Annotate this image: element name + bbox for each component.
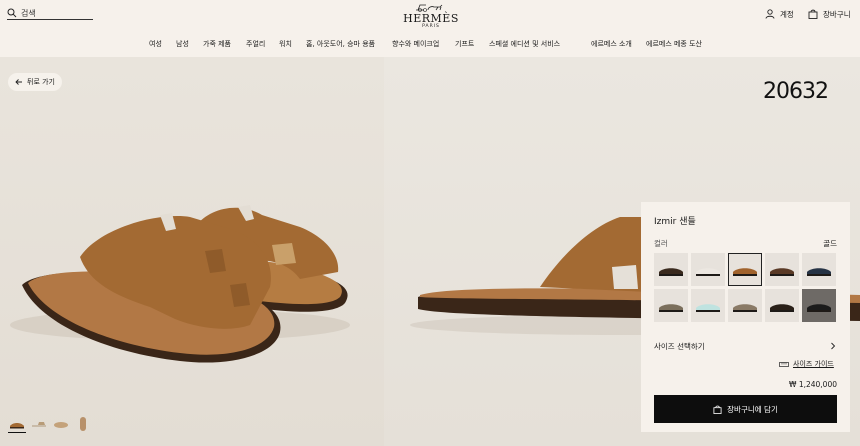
user-icon bbox=[765, 9, 775, 19]
back-label: 뒤로 가기 bbox=[27, 78, 55, 86]
thumbnail-3[interactable] bbox=[52, 415, 70, 433]
nav-item-about-hermes[interactable]: 에르메스 소개 bbox=[591, 39, 632, 49]
thumbnail-strip bbox=[8, 415, 92, 433]
nav-item-jewelry[interactable]: 주얼리 bbox=[246, 39, 265, 49]
site-header: 검색 HERMÈS PARIS 계정 장바구니 여성 남성 가죽 제품 주얼리 … bbox=[0, 0, 860, 57]
nav-item-maison-dosan[interactable]: 에르메스 메종 도산 bbox=[646, 39, 702, 49]
search-bar[interactable]: 검색 bbox=[7, 8, 93, 20]
shopping-bag-icon bbox=[808, 9, 818, 19]
color-swatch[interactable] bbox=[654, 289, 688, 322]
color-swatch[interactable] bbox=[728, 289, 762, 322]
color-swatch-selected[interactable] bbox=[728, 253, 762, 286]
color-swatch[interactable] bbox=[691, 289, 725, 322]
add-to-cart-button[interactable]: 장바구니에 담기 bbox=[654, 395, 837, 423]
color-swatch[interactable] bbox=[691, 253, 725, 286]
color-swatch[interactable] bbox=[654, 253, 688, 286]
nav-item-special-editions[interactable]: 스페셜 에디션 및 서비스 bbox=[489, 39, 560, 49]
color-label: 컬러 bbox=[654, 239, 668, 248]
hermes-logo[interactable]: HERMÈS PARIS bbox=[395, 2, 467, 30]
product-purchase-panel: Izmir 샌들 컬러 골드 사이즈 선택하기 사이즈 가이드 ₩ 1,240,… bbox=[641, 202, 850, 432]
color-swatch[interactable] bbox=[765, 253, 799, 286]
search-icon bbox=[7, 8, 17, 18]
product-title: Izmir 샌들 bbox=[654, 217, 696, 227]
size-guide-label: 사이즈 가이드 bbox=[793, 360, 834, 368]
back-button[interactable]: 뒤로 가기 bbox=[8, 73, 62, 91]
thumbnail-2[interactable] bbox=[30, 415, 48, 433]
account-link[interactable]: 계정 bbox=[765, 7, 794, 21]
size-guide-link[interactable]: 사이즈 가이드 bbox=[779, 359, 834, 369]
nav-item-fragrance-makeup[interactable]: 향수와 메이크업 bbox=[392, 39, 439, 49]
search-label: 검색 bbox=[21, 9, 36, 18]
nav-item-leather-goods[interactable]: 가죽 제품 bbox=[203, 39, 231, 49]
nav-item-women[interactable]: 여성 bbox=[149, 39, 162, 49]
product-price: ₩ 1,240,000 bbox=[789, 380, 837, 389]
account-label: 계정 bbox=[780, 9, 794, 19]
nav-item-men[interactable]: 남성 bbox=[176, 39, 189, 49]
color-swatch[interactable] bbox=[802, 289, 836, 322]
cart-link[interactable]: 장바구니 bbox=[808, 7, 851, 21]
size-selector[interactable]: 사이즈 선택하기 bbox=[654, 339, 837, 353]
carriage-icon bbox=[416, 4, 443, 12]
ruler-icon bbox=[779, 361, 789, 367]
nav-item-home-outdoor-equestrian[interactable]: 홈, 아웃도어, 승마 용품 bbox=[306, 39, 375, 49]
main-navigation: 여성 남성 가죽 제품 주얼리 워치 홈, 아웃도어, 승마 용품 향수와 메이… bbox=[0, 39, 860, 51]
logo-name: HERMÈS bbox=[403, 12, 459, 25]
chevron-right-icon bbox=[831, 342, 836, 350]
thumbnail-1[interactable] bbox=[8, 415, 26, 433]
nav-item-gifts[interactable]: 기프트 bbox=[455, 39, 474, 49]
nav-item-watches[interactable]: 워치 bbox=[279, 39, 292, 49]
color-swatches bbox=[654, 253, 836, 322]
color-swatch[interactable] bbox=[802, 253, 836, 286]
thumbnail-4[interactable] bbox=[74, 415, 92, 433]
arrow-left-icon bbox=[15, 79, 22, 85]
shopping-bag-icon bbox=[713, 405, 722, 414]
add-to-cart-label: 장바구니에 담기 bbox=[727, 404, 778, 414]
cart-label: 장바구니 bbox=[823, 9, 851, 19]
size-label: 사이즈 선택하기 bbox=[654, 341, 705, 351]
color-swatch[interactable] bbox=[765, 289, 799, 322]
overlay-number: 20632 bbox=[763, 79, 829, 104]
selected-color-value: 골드 bbox=[823, 239, 837, 248]
